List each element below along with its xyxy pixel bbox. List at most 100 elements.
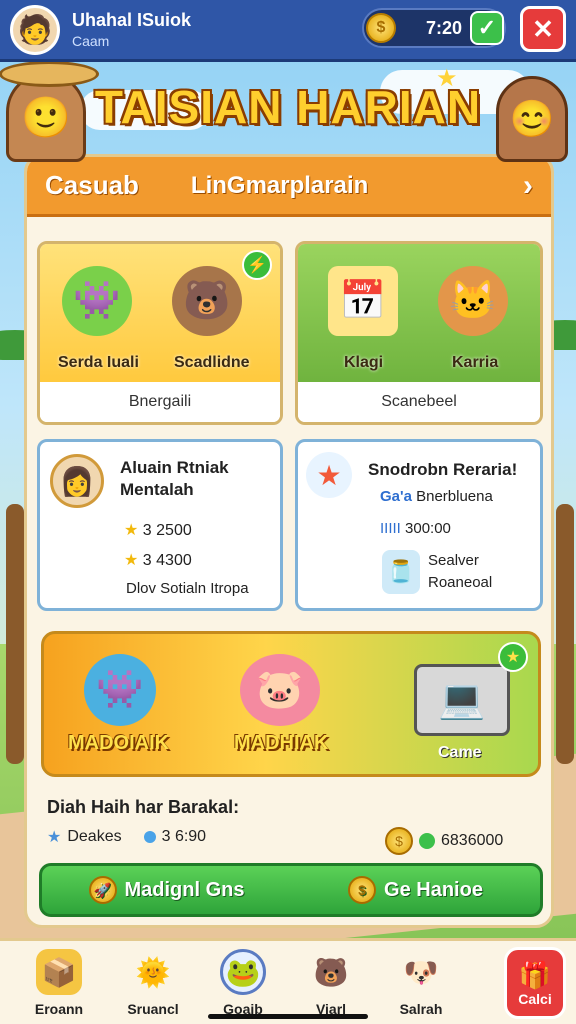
- treasure-box-icon: 📦: [36, 949, 82, 995]
- portrait-icon: 👩: [50, 454, 104, 508]
- lightning-badge-icon: ⚡: [242, 250, 272, 280]
- chevron-right-icon[interactable]: ›: [523, 169, 533, 203]
- top-bar: 🧑 Uhahal ISuiok Caam $ 7:20 ✓ ✕: [0, 0, 576, 62]
- character-label: Scadlidne: [174, 354, 250, 371]
- star-icon: ★: [47, 829, 62, 846]
- change-label: Ge Hanioe: [384, 878, 483, 901]
- tab-casual[interactable]: Casuab: [45, 170, 139, 201]
- character-label: Karria: [452, 354, 499, 371]
- info-prefix: IIIII: [380, 520, 401, 537]
- sun-icon: 🌞: [135, 956, 171, 988]
- nav-label: Salrah: [399, 1001, 443, 1017]
- monster-character-icon: 👾: [84, 654, 156, 726]
- player-info: Uhahal ISuiok Caam: [72, 10, 191, 49]
- nav-item-viarl[interactable]: 🐻 Viarl: [286, 949, 376, 1023]
- stat-value: 3 4300: [142, 552, 192, 569]
- info-value: Bnerbluena: [416, 488, 493, 505]
- info-value: Sealver: [428, 552, 479, 569]
- info-card-right[interactable]: ★ Snodrobn Reraria! Ga'a Bnerbluena IIII…: [295, 439, 543, 611]
- home-indicator: [208, 1014, 368, 1019]
- deals-row: ★ Deakes 3 6:90: [47, 827, 206, 847]
- info-prefix: Ga'a: [380, 488, 412, 505]
- pet-icon: 🐶: [403, 956, 439, 988]
- star-badge-icon: ★: [498, 642, 528, 672]
- info-card-left[interactable]: 👩 Aluain Rtniak Mentalah ★ 3 2500 ★ 3 43…: [37, 439, 283, 611]
- info-title: Aluain Rtniak: [120, 458, 229, 477]
- box-icon: 🎁: [518, 959, 552, 990]
- nav-item-sruancl[interactable]: 🌞 Sruancl: [108, 949, 198, 1023]
- summary-title: Diah Haih har Barakal:: [47, 797, 240, 817]
- info-title: Snodrobn Reraria!: [368, 460, 518, 479]
- star-icon: ★: [124, 522, 139, 539]
- player-subtitle: Caam: [72, 33, 110, 49]
- dot-icon: [143, 831, 156, 843]
- character-icon: 🐸: [220, 949, 266, 995]
- coins-value: 6836000: [441, 832, 504, 849]
- game-console-icon: 💻: [414, 664, 510, 736]
- close-icon: ✕: [532, 13, 554, 44]
- collect-label: Madignl Gns: [124, 878, 245, 901]
- coin-icon: $: [366, 13, 396, 43]
- collect-button[interactable]: 🚀 Madignl Gns: [42, 876, 291, 904]
- cat-character-icon: 🐱: [438, 266, 508, 336]
- nav-item-salrah[interactable]: 🐶 Salrah: [376, 949, 466, 1023]
- bear-icon: 🐻: [313, 956, 349, 988]
- close-button[interactable]: ✕: [520, 6, 566, 52]
- gem-icon: [419, 833, 435, 849]
- rocket-icon: 🚀: [88, 876, 117, 904]
- deals-label: Deakes: [67, 828, 122, 845]
- jar-icon: 🫙: [382, 550, 420, 594]
- character-right: 😊: [496, 76, 568, 162]
- star-icon: ★: [124, 552, 139, 569]
- info-value: 300:00: [405, 520, 451, 537]
- palm-tree-right: [556, 504, 574, 764]
- monster-character-icon: 👾: [62, 266, 132, 336]
- stat-value: 3 2500: [142, 522, 192, 539]
- coins-row: $ 6836000: [385, 827, 503, 855]
- card-footer: Bnergaili: [40, 382, 280, 422]
- star-icon: ★: [436, 65, 458, 92]
- character-label: Klagi: [344, 354, 384, 371]
- info-row: Ga'a Bnerbluena: [380, 488, 493, 505]
- nav-label: Eroann: [34, 1001, 84, 1017]
- change-button[interactable]: $ Ge Hanioe: [291, 876, 540, 904]
- coin-value: 7:20: [425, 17, 462, 38]
- main-panel: Casuab LinGmarplarain › 👾 🐻 ⚡ Serda Iual…: [24, 154, 554, 928]
- bear-character-icon: 🐻: [172, 266, 242, 336]
- action-bar: 🚀 Madignl Gns $ Ge Hanioe: [39, 863, 543, 917]
- info-description: Dlov Sotialn Itropa: [126, 580, 249, 597]
- bottom-nav: 📦 Eroann 🌞 Sruancl 🐸 Goaib 🐻 Viarl 🐶 Sal…: [0, 938, 576, 1024]
- title-banner: 🙂 TAISIAN HARIAN ★ 😊: [0, 61, 576, 162]
- player-avatar-icon[interactable]: 🧑: [10, 4, 60, 55]
- deals-value: 3 6:90: [161, 828, 207, 845]
- player-name: Uhahal ISuiok: [72, 10, 192, 30]
- palm-tree-left: [6, 504, 24, 764]
- promo-label: MADOIAIK: [68, 732, 170, 754]
- info-row: IIIII 300:00: [380, 520, 451, 537]
- calci-label: Calci: [518, 990, 552, 1007]
- promo-label: MADHIAK: [234, 732, 329, 754]
- info-value: Roaneoal: [428, 574, 493, 591]
- stat-row: ★ 3 2500: [124, 520, 192, 540]
- promo-banner[interactable]: 👾 MADOIAIK 🐷 MADHIAK 💻 Came ★: [41, 631, 541, 777]
- nav-item-eroann[interactable]: 📦 Eroann: [14, 949, 104, 1023]
- check-icon[interactable]: ✓: [470, 11, 504, 45]
- reward-summary: Diah Haih har Barakal: ★ Deakes 3 6:90 $…: [47, 797, 537, 855]
- calci-button[interactable]: 🎁 Calci: [504, 947, 566, 1019]
- pig-character-icon: 🐷: [240, 654, 320, 726]
- nav-item-goaib[interactable]: 🐸 Goaib: [198, 949, 288, 1023]
- card-footer: Scanebeel: [298, 382, 540, 422]
- coin-icon: $: [385, 827, 413, 855]
- tab-secondary[interactable]: LinGmarplarain: [191, 172, 368, 200]
- stat-row: ★ 3 4300: [124, 550, 192, 570]
- star-badge-icon: ★: [306, 452, 352, 498]
- card-art: 📅 🐱 Klagi Karria: [298, 244, 540, 384]
- coin-icon: $: [348, 876, 377, 904]
- coin-counter[interactable]: $ 7:20 ✓: [362, 8, 506, 48]
- calendar-box-icon: 📅: [328, 266, 398, 336]
- card-art: 👾 🐻 ⚡ Serda Iuali Scadlidne: [40, 244, 280, 384]
- character-card-2[interactable]: 📅 🐱 Klagi Karria Scanebeel: [295, 241, 543, 425]
- nav-label: Sruancl: [127, 1001, 179, 1017]
- character-card-1[interactable]: 👾 🐻 ⚡ Serda Iuali Scadlidne Bnergaili: [37, 241, 283, 425]
- info-title: Mentalah: [120, 480, 194, 499]
